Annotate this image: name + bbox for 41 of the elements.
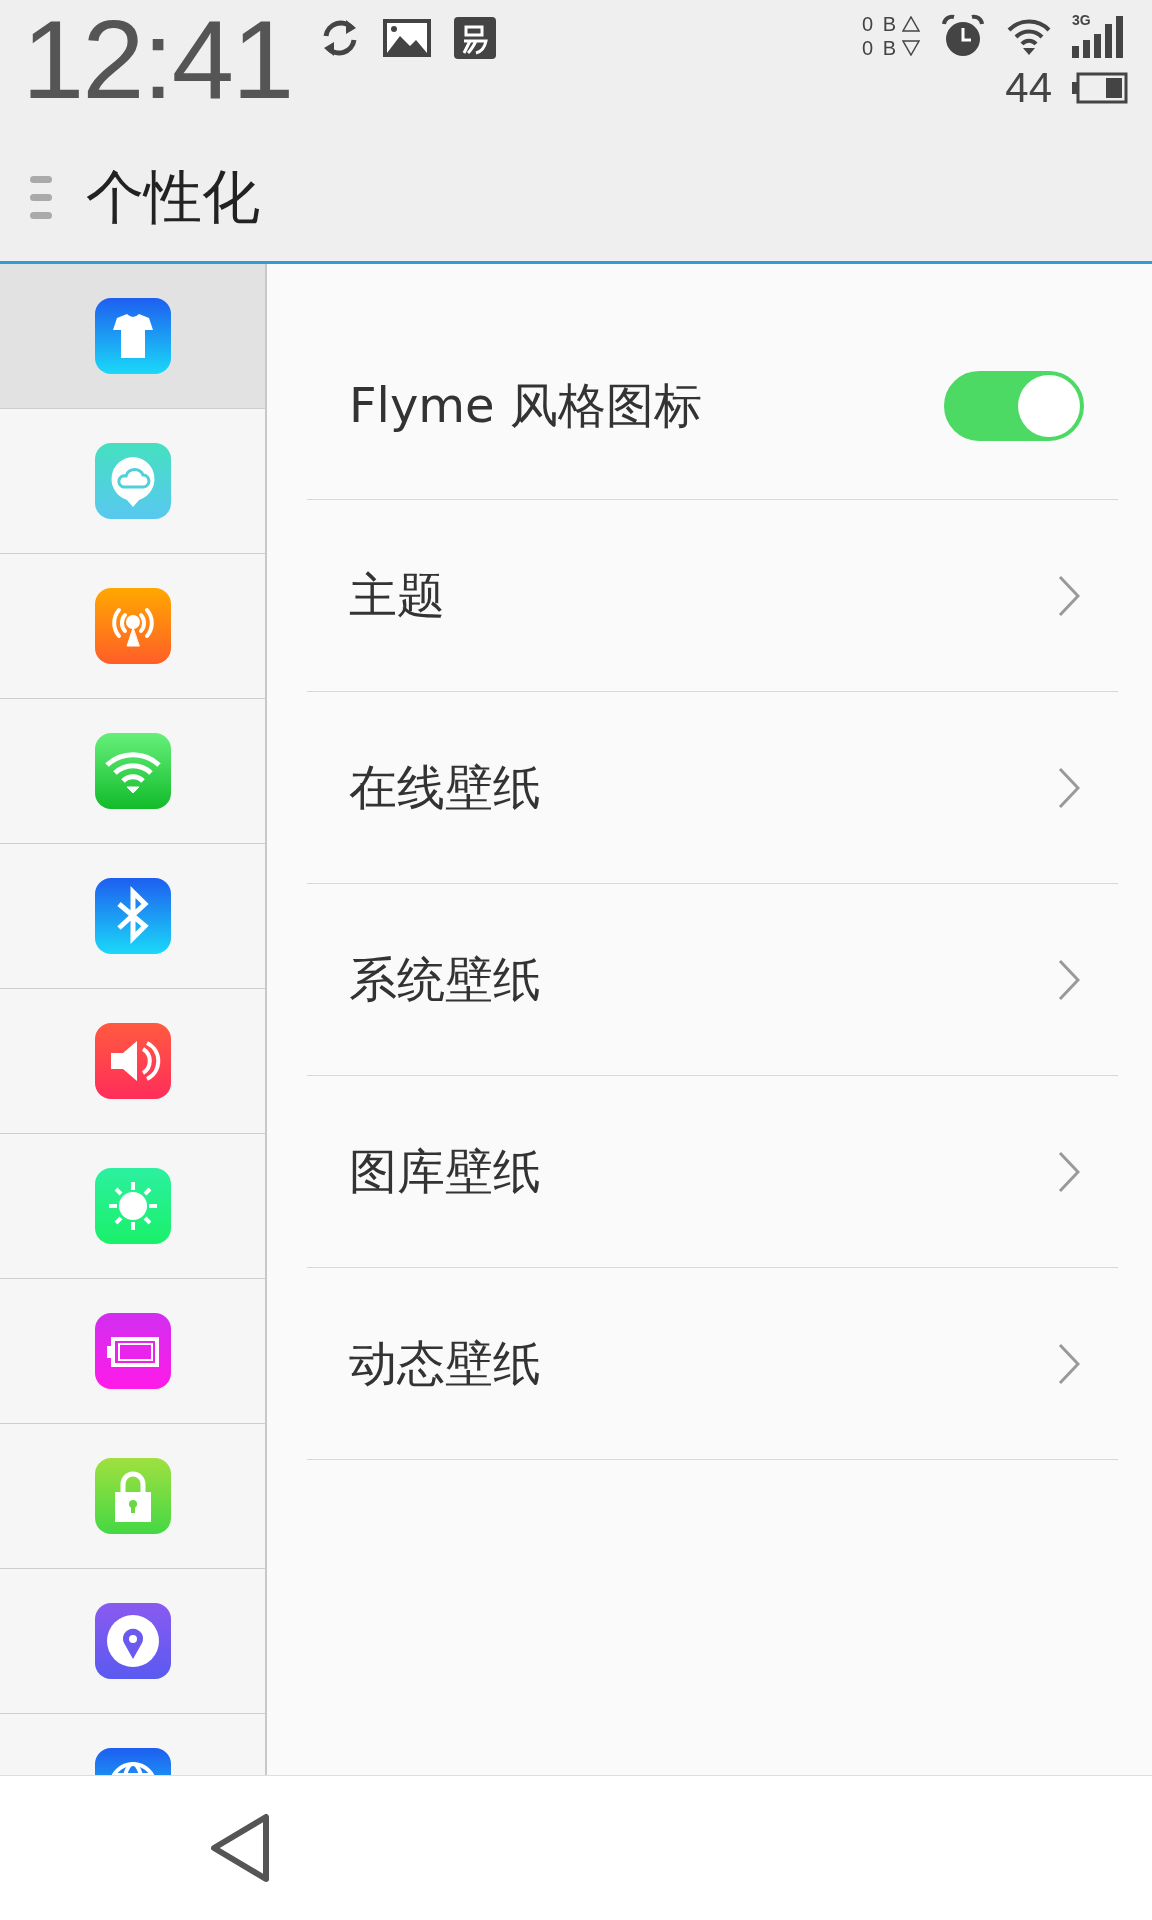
bluetooth-icon [94,878,171,954]
back-icon[interactable] [210,1813,270,1883]
setting-label: 图库壁纸 [349,1141,541,1201]
chevron-right-icon [1058,1342,1080,1385]
battery-percent: 44 [1005,66,1052,110]
brightness-icon [94,1168,171,1244]
chevron-right-icon [1058,574,1080,617]
location-icon [94,1603,171,1679]
tshirt-icon [94,298,171,374]
app-notification-icon [454,17,497,59]
setting-label: 在线壁纸 [349,757,541,817]
page-title: 个性化 [86,162,260,233]
clock-time: 12:41 [22,0,293,120]
sidebar-item[interactable] [0,264,265,409]
wifi-icon [94,733,171,809]
chevron-right-icon [1058,1150,1080,1193]
upload-speed: 0 B [861,12,898,36]
setting-row[interactable]: 在线壁纸 [307,692,1118,884]
alarm-icon [940,14,986,58]
hotspot-icon [94,588,171,664]
menu-icon[interactable] [30,174,52,222]
setting-label: Flyme 风格图标 [349,375,702,435]
sound-icon [94,1023,171,1099]
image-icon [382,18,433,58]
lock-icon [94,1458,171,1534]
battery-icon [1072,72,1128,104]
download-speed: 0 B [861,36,898,60]
chevron-right-icon [1058,766,1080,809]
network-type: 3G [1072,12,1091,28]
setting-label: 主题 [349,565,445,625]
setting-label: 系统壁纸 [349,949,541,1009]
battery-icon [94,1313,171,1389]
cloud-icon [94,443,171,519]
setting-row[interactable]: 系统壁纸 [307,884,1118,1076]
setting-row[interactable]: 主题 [307,500,1118,692]
setting-label: 动态壁纸 [349,1333,541,1393]
setting-row[interactable]: 图库壁纸 [307,1076,1118,1268]
download-arrow-icon [902,40,920,56]
chevron-right-icon [1058,958,1080,1001]
upload-arrow-icon [902,16,920,32]
setting-row[interactable]: 动态壁纸 [307,1268,1118,1460]
